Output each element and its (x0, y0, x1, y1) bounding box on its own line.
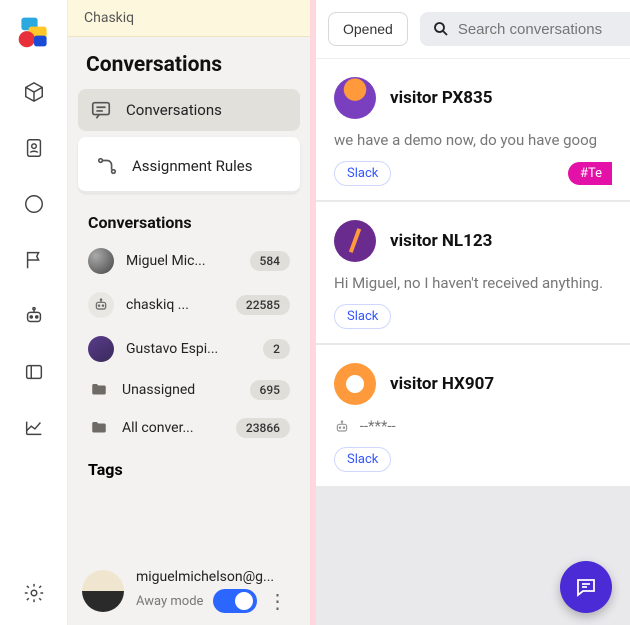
rail-bot-icon[interactable] (20, 302, 48, 330)
filter-name: Gustavo Espi... (126, 341, 251, 357)
rail-flag-icon[interactable] (20, 246, 48, 274)
conversation-card[interactable]: visitor NL123 Hi Miguel, no I haven't re… (316, 202, 630, 345)
bot-indicator-icon (334, 419, 350, 435)
message-preview: we have a demo now, do you have goog (334, 131, 612, 149)
search-icon (432, 20, 450, 38)
filter-row-gustavo[interactable]: Gustavo Espi... 2 (76, 328, 302, 370)
bot-avatar-icon (88, 292, 114, 318)
folder-icon (88, 381, 110, 399)
rail-conversations-icon[interactable] (20, 190, 48, 218)
conversation-list: visitor PX835 we have a demo now, do you… (316, 59, 630, 625)
away-mode-label: Away mode (136, 594, 203, 609)
user-avatar[interactable] (82, 570, 124, 612)
path-icon (96, 155, 118, 177)
channel-pill: Slack (334, 304, 391, 329)
visitor-avatar (334, 363, 376, 405)
more-menu-icon[interactable]: ⋮ (267, 591, 287, 611)
search-box[interactable] (420, 12, 630, 46)
away-mode-toggle[interactable] (213, 589, 257, 613)
filter-name: All conver... (122, 420, 224, 436)
nav-assignment-rules[interactable]: Assignment Rules (78, 137, 300, 193)
filter-name: Miguel Mic... (126, 253, 238, 269)
rail-analytics-icon[interactable] (20, 414, 48, 442)
conversation-filter-list: Miguel Mic... 584 chaskiq ... 22585 Gust… (68, 240, 310, 446)
new-conversation-fab[interactable] (560, 561, 612, 613)
chat-bubble-icon (574, 575, 598, 599)
rail-contact-icon[interactable] (20, 134, 48, 162)
filter-row-all[interactable]: All conver... 23866 (76, 410, 302, 446)
visitor-name: visitor PX835 (390, 88, 493, 108)
filter-name: Unassigned (122, 382, 238, 398)
sidebar-section-header: Conversations (68, 201, 310, 240)
app-logo[interactable] (16, 14, 52, 50)
user-footer: miguelmichelson@g... Away mode ⋮ (68, 559, 310, 625)
visitor-name: visitor NL123 (390, 231, 492, 251)
conversation-card[interactable]: visitor HX907 --***-- Slack (316, 345, 630, 488)
message-preview: Hi Miguel, no I haven't received anythin… (334, 274, 612, 292)
filter-row-chaskiq[interactable]: chaskiq ... 22585 (76, 284, 302, 326)
rail-panel-icon[interactable] (20, 358, 48, 386)
nav-label: Assignment Rules (132, 157, 253, 175)
filter-row-unassigned[interactable]: Unassigned 695 (76, 372, 302, 408)
count-badge: 695 (250, 380, 290, 400)
count-badge: 2 (263, 339, 290, 359)
rail-settings-icon[interactable] (20, 579, 48, 607)
sidebar: Chaskiq Conversations Conversations Assi… (68, 0, 310, 625)
count-badge: 22585 (236, 295, 290, 315)
search-input[interactable] (458, 21, 630, 38)
avatar (88, 248, 114, 274)
filter-name: chaskiq ... (126, 297, 224, 313)
user-email: miguelmichelson@g... (136, 569, 296, 585)
topbar: Opened (316, 0, 630, 59)
workspace-banner[interactable]: Chaskiq (68, 0, 310, 37)
nav-label: Conversations (126, 101, 222, 119)
channel-pill: Slack (334, 447, 391, 472)
count-badge: 23866 (236, 418, 290, 438)
visitor-avatar (334, 220, 376, 262)
main-panel: Opened visitor PX835 we have a demo now,… (316, 0, 630, 625)
nav-rail (0, 0, 68, 625)
rail-cube-icon[interactable] (20, 78, 48, 106)
nav-conversations[interactable]: Conversations (78, 89, 300, 131)
visitor-avatar (334, 77, 376, 119)
status-filter-button[interactable]: Opened (328, 12, 408, 46)
message-preview: --***-- (334, 417, 612, 435)
sidebar-title: Conversations (68, 37, 310, 89)
tag-pill[interactable]: #Te (568, 162, 612, 185)
folder-icon (88, 419, 110, 437)
channel-pill: Slack (334, 161, 391, 186)
avatar (88, 336, 114, 362)
chat-icon (90, 99, 112, 121)
conversation-card[interactable]: visitor PX835 we have a demo now, do you… (316, 59, 630, 202)
filter-row-miguel[interactable]: Miguel Mic... 584 (76, 240, 302, 282)
visitor-name: visitor HX907 (390, 374, 494, 394)
count-badge: 584 (250, 251, 290, 271)
tags-header: Tags (68, 446, 310, 483)
